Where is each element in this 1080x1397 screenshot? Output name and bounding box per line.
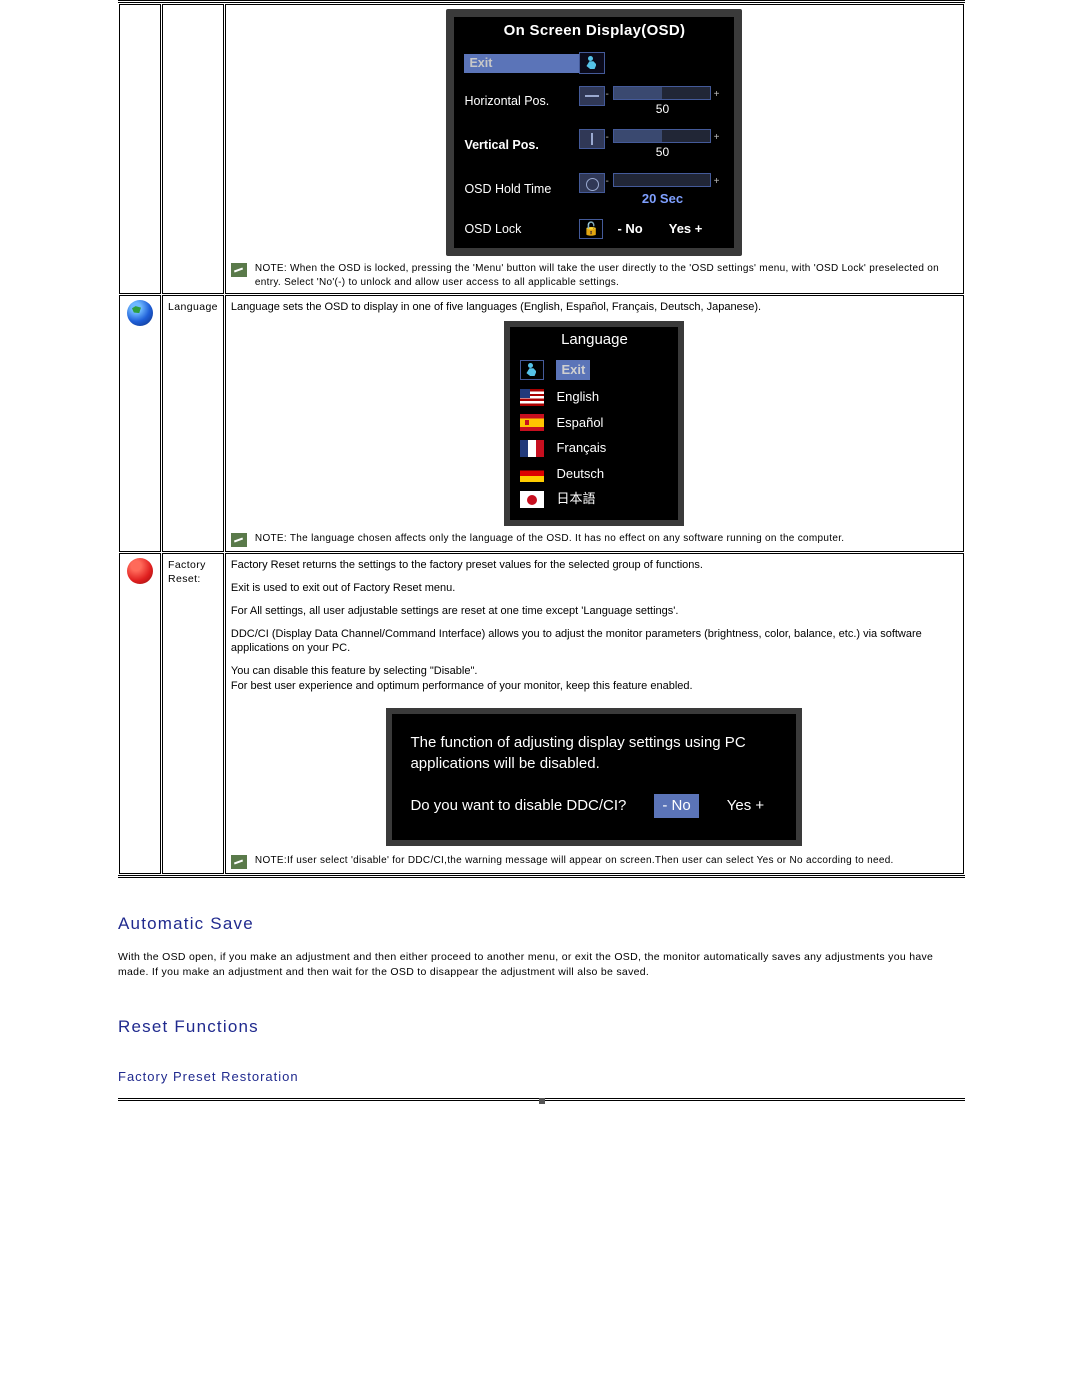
vpos-value: 50: [613, 144, 711, 160]
vpos-icon: [579, 129, 605, 149]
language-note: NOTE: The language chosen affects only t…: [231, 532, 958, 547]
osd-hold-row[interactable]: OSD Hold Time -+ 20 Sec: [454, 170, 734, 217]
flag-de-icon: [520, 465, 544, 482]
lock-icon: 🔓: [579, 219, 603, 239]
automatic-save-text: With the OSD open, if you make an adjust…: [118, 950, 965, 980]
osd-exit-label: Exit: [464, 54, 579, 73]
osd-lock-label: OSD Lock: [464, 221, 579, 238]
factory-p4: DDC/CI (Display Data Channel/Command Int…: [231, 627, 958, 657]
language-row-desc: Language sets the OSD to display in one …: [225, 295, 964, 552]
factory-note: NOTE:If user select 'disable' for DDC/CI…: [231, 854, 958, 869]
ddc-yes-button[interactable]: Yes +: [727, 796, 764, 816]
note-icon: [231, 855, 247, 869]
factory-p6: For best user experience and optimum per…: [231, 679, 958, 694]
language-note-text: NOTE: The language chosen affects only t…: [255, 532, 844, 547]
language-panel: Language Exit English Español Français D…: [504, 321, 684, 526]
ddc-question: Do you want to disable DDC/CI?: [410, 796, 626, 816]
osd-note: NOTE: When the OSD is locked, pressing t…: [231, 262, 958, 289]
lock-yes[interactable]: Yes +: [669, 220, 703, 238]
hold-clock-icon: [579, 173, 605, 193]
lang-exit-row[interactable]: Exit: [510, 356, 678, 384]
language-panel-title: Language: [510, 327, 678, 356]
factory-row-label: Factory Reset:: [162, 553, 224, 874]
factory-p3: For All settings, all user adjustable se…: [231, 604, 958, 619]
factory-p1: Factory Reset returns the settings to th…: [231, 558, 958, 573]
reset-dot-icon: [127, 558, 153, 584]
language-intro: Language sets the OSD to display in one …: [231, 300, 958, 315]
lang-francais-label: Français: [556, 439, 606, 457]
lang-item-deutsch[interactable]: Deutsch: [510, 461, 678, 487]
osd-exit-row[interactable]: Exit: [454, 49, 734, 83]
osd-hpos-label: Horizontal Pos.: [464, 93, 579, 110]
lang-item-francais[interactable]: Français: [510, 435, 678, 461]
hpos-icon: [579, 86, 605, 106]
osd-row-desc: On Screen Display(OSD) Exit Horizontal P…: [225, 4, 964, 294]
lang-deutsch-label: Deutsch: [556, 465, 604, 483]
lang-japanese-label: 日本語: [556, 490, 595, 508]
automatic-save-heading: Automatic Save: [118, 914, 965, 934]
lang-item-espanol[interactable]: Español: [510, 410, 678, 436]
flag-es-icon: [520, 414, 544, 431]
hpos-value: 50: [613, 101, 711, 117]
lang-item-japanese[interactable]: 日本語: [510, 486, 678, 512]
lang-espanol-label: Español: [556, 414, 603, 432]
ddc-text: The function of adjusting display settin…: [410, 732, 778, 774]
osd-note-text: NOTE: When the OSD is locked, pressing t…: [255, 262, 958, 289]
lang-exit-icon: [520, 360, 544, 380]
language-row-icon: [119, 295, 161, 552]
osd-row-label-cell: [162, 4, 224, 294]
lang-item-english[interactable]: English: [510, 384, 678, 410]
exit-run-icon: [579, 52, 605, 74]
ddc-panel: The function of adjusting display settin…: [386, 708, 802, 846]
factory-row-desc: Factory Reset returns the settings to th…: [225, 553, 964, 874]
osd-title: On Screen Display(OSD): [454, 17, 734, 49]
note-icon: [231, 263, 247, 277]
factory-p5: You can disable this feature by selectin…: [231, 664, 958, 679]
osd-row-icon: [119, 4, 161, 294]
factory-preset-subheading: Factory Preset Restoration: [118, 1069, 965, 1084]
factory-note-text: NOTE:If user select 'disable' for DDC/CI…: [255, 854, 894, 869]
ddc-no-button[interactable]: - No: [654, 794, 698, 818]
osd-vpos-row[interactable]: Vertical Pos. -+ 50: [454, 126, 734, 169]
osd-panel: On Screen Display(OSD) Exit Horizontal P…: [446, 9, 742, 256]
lang-exit-label: Exit: [556, 360, 590, 380]
flag-us-icon: [520, 389, 544, 406]
osd-lock-row[interactable]: OSD Lock 🔓 - No Yes +: [454, 216, 734, 248]
language-row-label: Language: [162, 295, 224, 552]
factory-row-icon: [119, 553, 161, 874]
split-handle-icon: [539, 1098, 545, 1104]
note-icon: [231, 533, 247, 547]
vpos-slider[interactable]: -+: [613, 129, 711, 143]
lock-no[interactable]: - No: [617, 220, 642, 238]
osd-hpos-row[interactable]: Horizontal Pos. -+ 50: [454, 83, 734, 126]
lang-english-label: English: [556, 388, 599, 406]
flag-jp-icon: [520, 491, 544, 508]
osd-vpos-label: Vertical Pos.: [464, 137, 579, 154]
reset-functions-heading: Reset Functions: [118, 1017, 965, 1037]
osd-settings-table: On Screen Display(OSD) Exit Horizontal P…: [118, 0, 965, 878]
osd-hold-label: OSD Hold Time: [464, 181, 579, 198]
hold-slider[interactable]: -+: [613, 173, 711, 187]
factory-p2: Exit is used to exit out of Factory Rese…: [231, 581, 958, 596]
hold-value: 20 Sec: [613, 190, 711, 208]
hpos-slider[interactable]: -+: [613, 86, 711, 100]
globe-icon: [127, 300, 153, 326]
flag-fr-icon: [520, 440, 544, 457]
